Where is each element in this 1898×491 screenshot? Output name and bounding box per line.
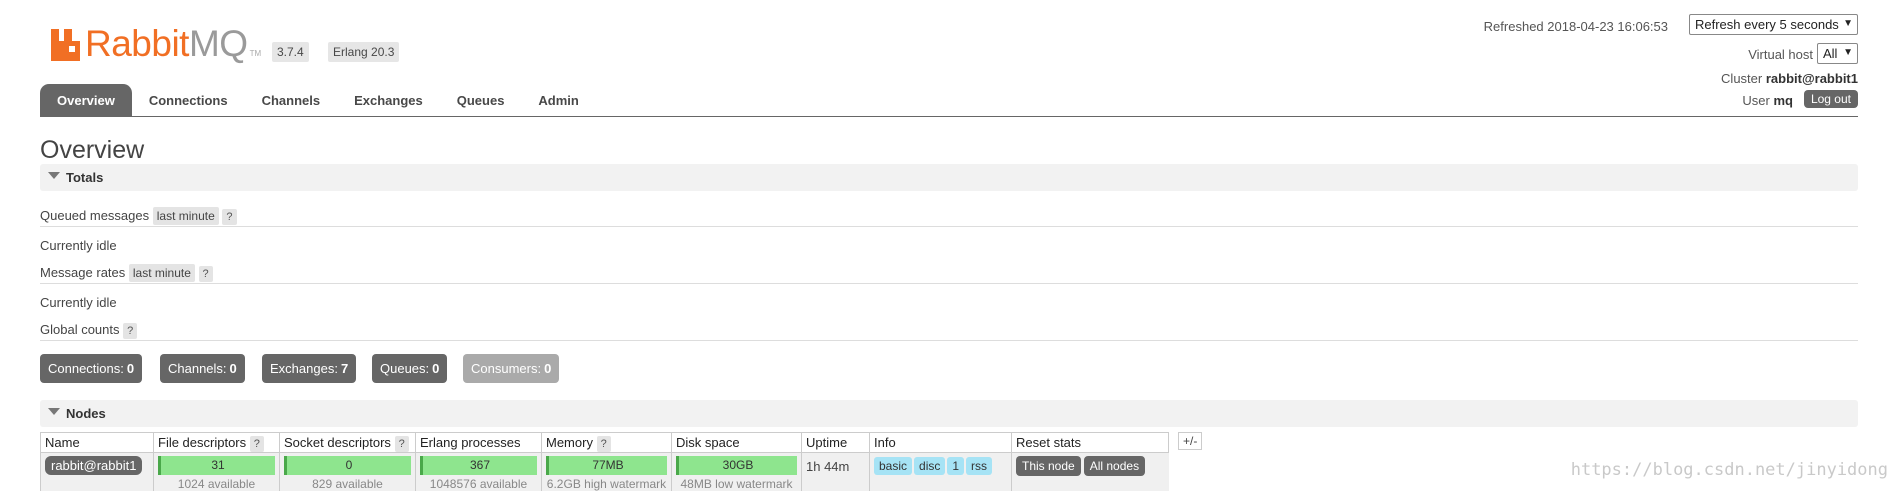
tab-overview[interactable]: Overview: [40, 84, 132, 117]
memory-bar: 77MB: [546, 456, 667, 475]
file-descriptors-available: 1024 available: [177, 477, 256, 491]
help-icon[interactable]: ?: [222, 209, 237, 225]
divider: [40, 226, 1858, 227]
global-counts-label: Global counts: [40, 322, 120, 337]
channels-count-button[interactable]: Channels: 0: [160, 354, 245, 383]
col-info: Info: [869, 432, 1012, 453]
connections-count-button[interactable]: Connections: 0: [40, 354, 143, 383]
dropdown-arrow-icon: ▼: [1843, 18, 1853, 29]
refresh-interval-select[interactable]: Refresh every 5 seconds ▼: [1689, 14, 1858, 35]
tab-channels[interactable]: Channels: [245, 84, 338, 117]
exchanges-count-button[interactable]: Exchanges: 7: [262, 354, 357, 383]
memory-cell: 77MB 6.2GB high watermark: [541, 452, 672, 491]
message-rates-row: Message rates last minute ?: [40, 264, 213, 282]
col-socket-descriptors: Socket descriptors ?: [279, 432, 416, 453]
reset-stats-cell: This node All nodes: [1011, 452, 1169, 491]
table-header-row: Name File descriptors ? Socket descripto…: [40, 432, 1169, 453]
virtual-host-select[interactable]: All ▼: [1817, 43, 1858, 64]
watermark-text: https://blog.csdn.net/jinyidong: [1570, 460, 1888, 480]
reset-all-nodes-button[interactable]: All nodes: [1083, 456, 1146, 476]
nodes-heading: Nodes: [66, 406, 106, 421]
queued-idle-text: Currently idle: [40, 238, 117, 253]
tab-admin[interactable]: Admin: [521, 84, 595, 117]
col-disk-space: Disk space: [671, 432, 802, 453]
rabbit-logo-icon: [51, 29, 80, 61]
queued-messages-range[interactable]: last minute: [152, 207, 219, 225]
divider: [40, 283, 1858, 284]
consumers-count-button[interactable]: Consumers: 0: [463, 354, 560, 383]
queued-messages-label: Queued messages: [40, 208, 150, 223]
col-name: Name: [40, 432, 154, 453]
queued-messages-row: Queued messages last minute ?: [40, 207, 237, 225]
help-icon[interactable]: ?: [198, 266, 213, 282]
logo-wordmark: RabbitMQ: [85, 23, 248, 64]
virtual-host-label: Virtual host: [1748, 47, 1813, 62]
main-tabs: Overview Connections Channels Exchanges …: [40, 84, 596, 117]
erlang-processes-cell: 367 1048576 available: [415, 452, 542, 491]
cluster-info: Cluster rabbit@rabbit1: [1721, 71, 1858, 86]
info-badge-basic: basic: [874, 457, 913, 475]
erlang-processes-bar: 367: [420, 456, 537, 475]
totals-section-toggle[interactable]: Totals: [40, 164, 1858, 191]
collapse-triangle-icon: [48, 408, 60, 415]
erlang-processes-available: 1048576 available: [429, 477, 528, 491]
erlang-version-badge: Erlang 20.3: [328, 42, 400, 62]
nodes-table: Name File descriptors ? Socket descripto…: [40, 432, 1169, 491]
page-title: Overview: [40, 136, 145, 164]
rabbitmq-logo: RabbitMQ TM: [50, 22, 261, 62]
message-rates-label: Message rates: [40, 265, 126, 280]
logo-trademark: TM: [249, 49, 262, 58]
rates-idle-text: Currently idle: [40, 295, 117, 310]
message-rates-range[interactable]: last minute: [128, 264, 195, 282]
toggle-columns-button[interactable]: +/-: [1178, 432, 1203, 450]
disk-space-watermark: 48MB low watermark: [680, 477, 793, 491]
disk-space-cell: 30GB 48MB low watermark: [671, 452, 802, 491]
help-icon[interactable]: ?: [123, 323, 138, 339]
info-cell: basic disc 1 rss: [869, 452, 1012, 491]
uptime-value: 1h 44m: [806, 459, 850, 474]
nodes-section-toggle[interactable]: Nodes: [40, 400, 1858, 427]
totals-heading: Totals: [66, 170, 104, 185]
memory-watermark: 6.2GB high watermark: [546, 477, 667, 491]
col-memory: Memory ?: [541, 432, 672, 453]
node-name-cell: rabbit@rabbit1: [40, 452, 154, 491]
tab-connections[interactable]: Connections: [132, 84, 245, 117]
reset-this-node-button[interactable]: This node: [1016, 456, 1081, 476]
table-row: rabbit@rabbit1 31 1024 available 0 829 ava…: [40, 452, 1169, 491]
info-badge-count: 1: [947, 457, 965, 475]
col-reset-stats: Reset stats: [1011, 432, 1169, 453]
socket-descriptors-available: 829 available: [312, 477, 383, 491]
version-badge: 3.7.4: [272, 42, 309, 62]
info-badge-disc: disc: [914, 457, 946, 475]
logout-button[interactable]: Log out: [1803, 90, 1858, 108]
global-counts-row: Global counts ?: [40, 322, 138, 339]
col-uptime: Uptime: [801, 432, 870, 453]
help-icon[interactable]: ?: [249, 436, 264, 452]
socket-descriptors-cell: 0 829 available: [279, 452, 416, 491]
tab-exchanges[interactable]: Exchanges: [337, 84, 440, 117]
info-badge-rss: rss: [966, 457, 993, 475]
file-descriptors-bar: 31: [158, 456, 275, 475]
help-icon[interactable]: ?: [394, 436, 409, 452]
col-erlang-processes: Erlang processes: [415, 432, 542, 453]
collapse-triangle-icon: [48, 172, 60, 179]
file-descriptors-cell: 31 1024 available: [153, 452, 280, 491]
help-icon[interactable]: ?: [596, 436, 611, 452]
uptime-cell: 1h 44m: [801, 452, 870, 491]
queues-count-button[interactable]: Queues: 0: [372, 354, 448, 383]
refreshed-status: Refreshed 2018-04-23 16:06:53: [1483, 19, 1668, 34]
socket-descriptors-bar: 0: [284, 456, 411, 475]
tab-queues[interactable]: Queues: [440, 84, 522, 117]
divider: [40, 340, 1858, 341]
col-file-descriptors: File descriptors ?: [153, 432, 280, 453]
node-name-link[interactable]: rabbit@rabbit1: [45, 456, 143, 475]
tabs-divider: [40, 116, 1858, 117]
dropdown-arrow-icon: ▼: [1843, 47, 1853, 58]
user-info: User mq: [1742, 93, 1793, 108]
disk-space-bar: 30GB: [676, 456, 797, 475]
